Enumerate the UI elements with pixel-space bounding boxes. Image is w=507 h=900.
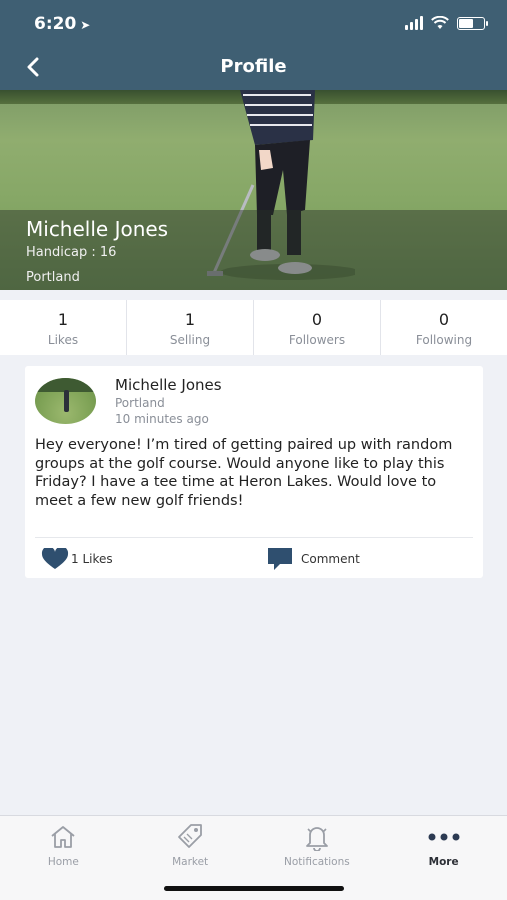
stat-label: Likes [47,333,79,347]
stat-value: 0 [438,310,450,329]
post-timestamp: 10 minutes ago [115,412,209,426]
divider [35,537,473,538]
tab-label: Market [172,856,209,868]
comment-icon [268,548,292,570]
post-author-city: Portland [115,396,165,410]
stat-label: Followers [288,333,346,347]
profile-cover-image: Michelle Jones Handicap : 16 Portland [0,90,507,290]
comment-button[interactable]: Comment [267,547,360,571]
home-indicator[interactable] [164,886,344,891]
stat-value: 1 [57,310,69,329]
home-icon [51,826,75,848]
location-arrow-icon: ➤ [80,18,91,32]
stat-selling[interactable]: 1 Selling [127,300,254,355]
tab-home[interactable]: Home [0,816,127,900]
wifi-icon [431,16,449,29]
profile-city: Portland [26,270,80,285]
tab-label: More [428,856,459,868]
tab-more[interactable]: More [380,816,507,900]
post-author-name[interactable]: Michelle Jones [115,376,222,394]
stat-value: 0 [311,310,323,329]
stat-label: Following [415,333,473,347]
comment-label: Comment [301,552,360,566]
like-button[interactable]: 1 Likes [41,548,113,570]
cellular-signal-icon [405,16,423,30]
stat-likes[interactable]: 1 Likes [0,300,127,355]
stat-following[interactable]: 0 Following [381,300,507,355]
tab-label: Home [47,856,79,868]
post-author-avatar[interactable] [35,378,96,424]
more-dots-icon [428,833,460,841]
stat-label: Selling [169,333,211,347]
page-title: Profile [220,56,287,77]
tab-label: Notifications [284,856,350,868]
stat-value: 1 [184,310,196,329]
profile-stats: 1 Likes 1 Selling 0 Followers 0 Followin… [0,300,507,355]
bell-icon [305,827,328,851]
status-time: 6:20 ➤ [34,14,91,34]
battery-icon [457,16,488,30]
heart-icon [41,548,69,569]
post-body: Hey everyone! I’m tired of getting paire… [35,437,453,509]
tag-icon [178,824,203,848]
status-icons [405,16,488,30]
header-bar: 6:20 ➤ Profile [0,0,507,90]
post-card: Michelle Jones Portland 10 minutes ago H… [25,366,483,578]
stat-followers[interactable]: 0 Followers [254,300,381,355]
like-count: 1 Likes [71,552,113,566]
profile-handicap: Handicap : 16 [26,245,117,260]
profile-name: Michelle Jones [26,217,169,241]
